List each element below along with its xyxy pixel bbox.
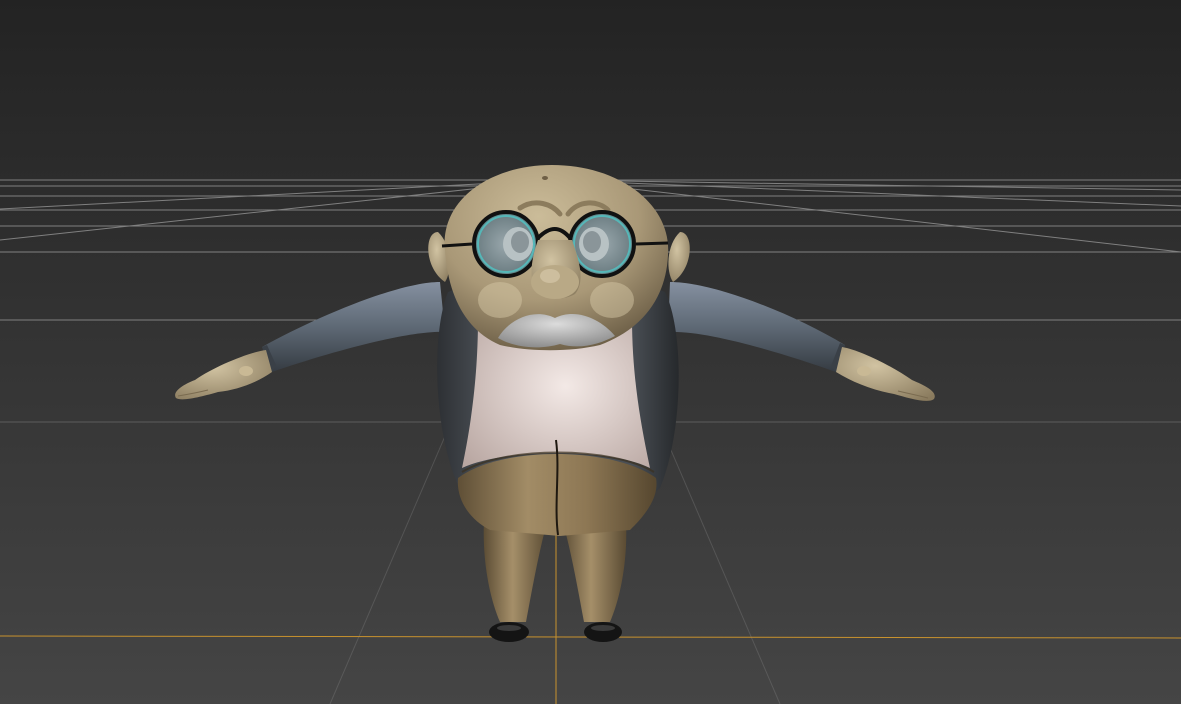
viewport-scene[interactable] <box>0 0 1181 704</box>
nose <box>531 240 581 299</box>
3d-viewport[interactable] <box>0 0 1181 704</box>
